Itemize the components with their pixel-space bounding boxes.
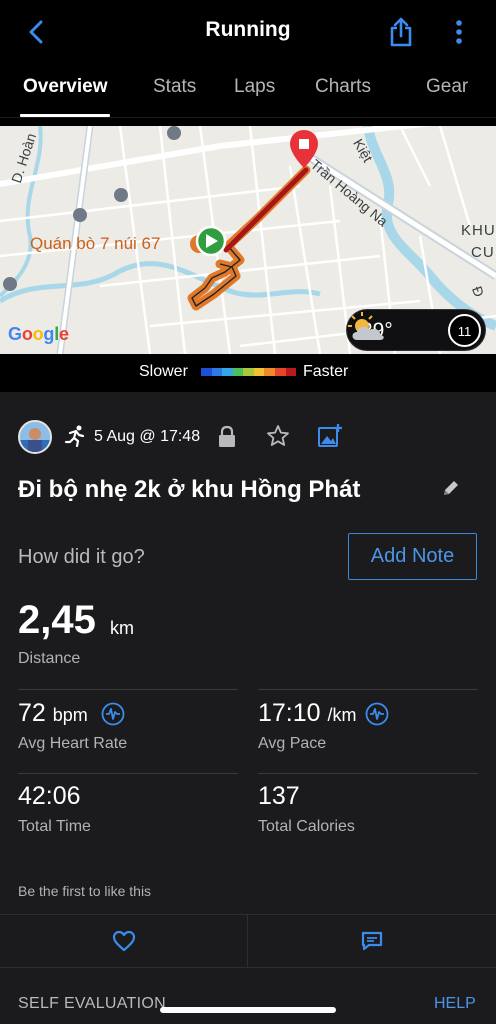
- divider: [18, 689, 238, 690]
- pace-gradient-segment: [222, 368, 233, 376]
- avatar-image: [20, 422, 50, 452]
- route-map[interactable]: D. Hoàn Trần Hoàng Na Kiệt KHU CU Đ Quán…: [0, 126, 496, 354]
- legend-slower-label: Slower: [139, 363, 188, 380]
- help-link[interactable]: HELP: [434, 995, 476, 1013]
- pace-gradient-segment: [253, 368, 265, 376]
- legend-faster-label: Faster: [303, 363, 349, 380]
- feedback-prompt: How did it go?: [18, 546, 145, 568]
- edit-pencil-icon[interactable]: [441, 478, 461, 498]
- activity-title: Đi bộ nhẹ 2k ở khu Hồng Phát: [18, 476, 361, 503]
- home-indicator[interactable]: [160, 1007, 336, 1013]
- distance-label: Distance: [18, 650, 81, 667]
- add-note-button[interactable]: Add Note: [348, 533, 477, 580]
- total-time-value: 42:06: [18, 782, 81, 810]
- distance-value: 2,45: [18, 598, 96, 642]
- total-calories-label: Total Calories: [258, 818, 355, 835]
- google-logo: Google: [8, 324, 69, 344]
- share-button[interactable]: [386, 16, 416, 48]
- tab-bar: Overview Stats Laps Charts Gear: [0, 62, 496, 118]
- heart-rate-chart-icon[interactable]: [101, 702, 125, 726]
- avg-heart-rate-value: 72: [18, 699, 46, 727]
- pace-chart-icon[interactable]: [365, 702, 389, 726]
- wind-speed: 11: [457, 324, 472, 339]
- avg-pace-stat: 17:10 /km: [258, 699, 357, 728]
- total-time-label: Total Time: [18, 818, 91, 835]
- divider: [258, 689, 478, 690]
- activity-card: 5 Aug @ 17:48 Đi bộ nhẹ 2k ở khu Hồng Ph…: [0, 392, 496, 1024]
- distance-unit: km: [110, 618, 134, 638]
- pace-legend: Slower Faster: [0, 354, 496, 392]
- total-calories-value: 137: [258, 782, 300, 810]
- pace-gradient-segment: [274, 368, 286, 376]
- weather-badge: 29° 11: [346, 309, 486, 351]
- pace-gradient-segment: [211, 368, 223, 376]
- comment-button[interactable]: [248, 915, 496, 967]
- comment-icon: [361, 931, 383, 951]
- tab-stats[interactable]: Stats: [153, 76, 196, 98]
- top-bar: Running: [0, 0, 496, 62]
- heart-icon: [112, 930, 135, 952]
- wind-indicator: 11: [448, 314, 481, 347]
- active-tab-indicator: [20, 114, 110, 117]
- lock-icon[interactable]: [217, 425, 237, 449]
- avg-heart-rate-unit: bpm: [52, 705, 88, 725]
- share-icon: [390, 17, 412, 47]
- more-vertical-icon: [456, 20, 462, 44]
- avg-heart-rate-label: Avg Heart Rate: [18, 735, 128, 752]
- tab-gear[interactable]: Gear: [426, 76, 468, 98]
- pace-gradient-segment: [232, 368, 244, 376]
- avg-pace-value: 17:10: [258, 699, 321, 727]
- area-label: KHU: [461, 222, 496, 239]
- more-options-button[interactable]: [446, 16, 472, 48]
- pace-gradient-segment: [243, 368, 254, 376]
- running-activity-icon: [64, 425, 85, 447]
- tab-laps[interactable]: Laps: [234, 76, 275, 98]
- star-icon[interactable]: [266, 424, 290, 448]
- divider: [258, 773, 478, 774]
- page-title: Running: [205, 18, 291, 41]
- like-prompt: Be the first to like this: [18, 883, 152, 899]
- pace-gradient-segment: [201, 368, 212, 376]
- tab-charts[interactable]: Charts: [315, 76, 371, 98]
- like-button[interactable]: [0, 915, 247, 967]
- add-photo-icon[interactable]: [317, 423, 343, 449]
- avatar[interactable]: [18, 420, 52, 454]
- self-evaluation-heading: SELF EVALUATION: [18, 995, 166, 1012]
- avg-pace-unit: /km: [327, 705, 357, 725]
- poi-label[interactable]: Quán bò 7 núi 67: [30, 234, 160, 254]
- avg-pace-label: Avg Pace: [258, 735, 327, 752]
- pace-gradient-bar: [201, 368, 297, 376]
- social-action-row: [0, 914, 496, 968]
- avg-heart-rate-stat: 72 bpm: [18, 699, 88, 728]
- divider: [18, 773, 238, 774]
- start-marker-icon: [195, 225, 227, 257]
- activity-date: 5 Aug @ 17:48: [94, 428, 201, 445]
- pace-gradient-segment: [264, 368, 275, 376]
- partly-cloudy-icon: [348, 312, 384, 340]
- tab-overview[interactable]: Overview: [23, 76, 108, 98]
- pace-gradient-segment: [285, 368, 297, 376]
- area-label: CU: [471, 244, 495, 261]
